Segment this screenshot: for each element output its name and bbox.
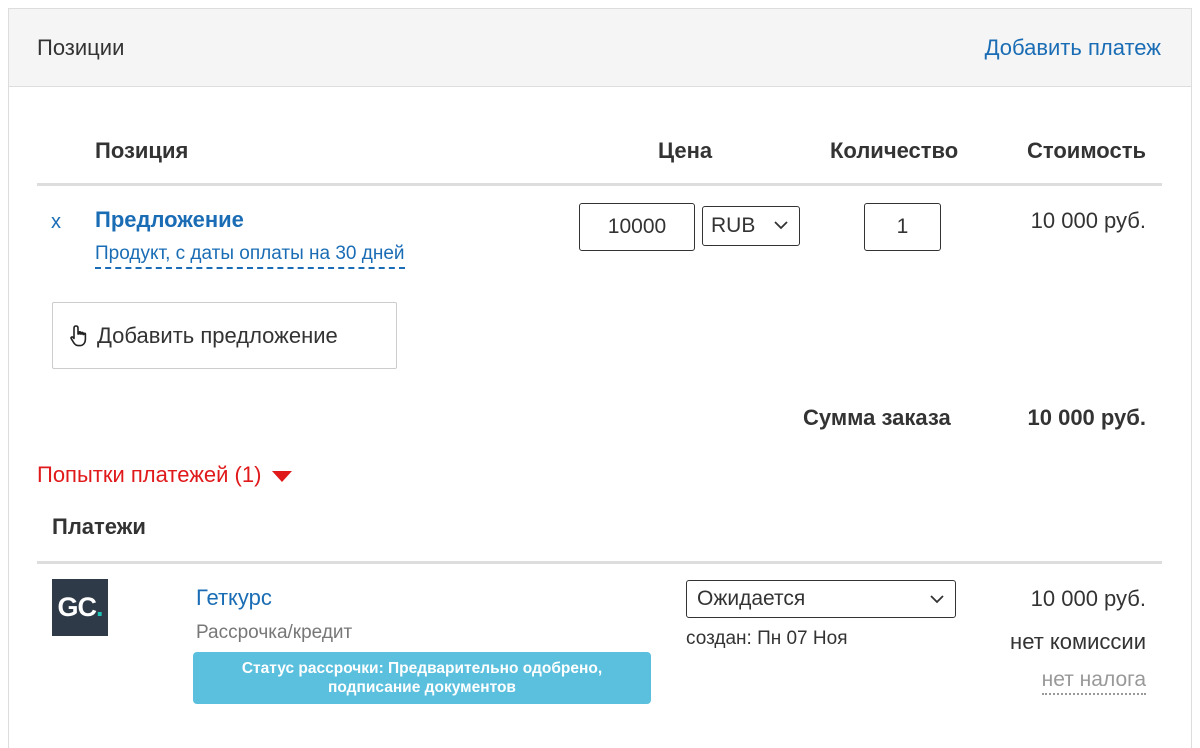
status-badge-line2: подписание документов (328, 679, 516, 696)
payment-attempts-toggle[interactable]: Попытки платежей (1) (37, 462, 293, 488)
offer-subtitle-link[interactable]: Продукт, с даты оплаты на 30 дней (95, 243, 405, 269)
logo-text: GC (57, 592, 96, 622)
installment-status-badge: Статус рассрочки: Предварительно одобрен… (193, 652, 651, 704)
quantity-input[interactable] (864, 203, 941, 251)
payment-provider-link[interactable]: Геткурс (196, 585, 272, 611)
table-header-divider (37, 183, 1162, 186)
payments-heading: Платежи (52, 514, 146, 539)
price-input[interactable] (579, 203, 695, 251)
panel-header: Позиции Добавить платеж (9, 9, 1191, 87)
getcourse-logo: GC. (52, 579, 108, 636)
chevron-down-icon (774, 221, 788, 230)
column-header-quantity: Количество (830, 138, 959, 163)
column-header-price: Цена (658, 138, 713, 163)
hand-pointer-icon (70, 324, 87, 346)
payment-created-date: создан: Пн 07 Ноя (686, 628, 848, 649)
status-badge-line1: Статус рассрочки: Предварительно одобрен… (241, 660, 603, 677)
payment-amount: 10 000 руб. (1030, 586, 1146, 611)
payment-status-value: Ожидается (697, 587, 806, 610)
remove-position-button[interactable]: x (51, 211, 61, 234)
payment-type: Рассрочка/кредит (196, 622, 353, 643)
column-header-position: Позиция (95, 138, 189, 163)
order-total-label: Сумма заказа (803, 405, 951, 430)
payment-tax-link[interactable]: нет налога (1041, 668, 1146, 695)
currency-select-value: RUB (711, 214, 756, 237)
payment-attempts-label: Попытки платежей (1) (37, 462, 262, 487)
panel-title: Позиции (37, 35, 125, 60)
chevron-down-icon (930, 595, 944, 604)
order-total-value: 10 000 руб. (1027, 405, 1147, 430)
payments-divider (37, 561, 1162, 564)
add-offer-button[interactable]: Добавить предложение (52, 302, 397, 369)
add-payment-link[interactable]: Добавить платеж (985, 35, 1161, 61)
logo-dot: . (95, 592, 103, 622)
add-offer-label: Добавить предложение (97, 322, 338, 348)
payment-status-select[interactable]: Ожидается (686, 580, 956, 618)
payment-commission: нет комиссии (1010, 629, 1146, 654)
caret-down-icon (272, 470, 293, 482)
currency-select[interactable]: RUB (702, 206, 800, 246)
column-header-cost: Стоимость (1026, 138, 1146, 163)
line-cost: 10 000 руб. (1030, 208, 1146, 233)
offer-title-link[interactable]: Предложение (95, 207, 244, 233)
